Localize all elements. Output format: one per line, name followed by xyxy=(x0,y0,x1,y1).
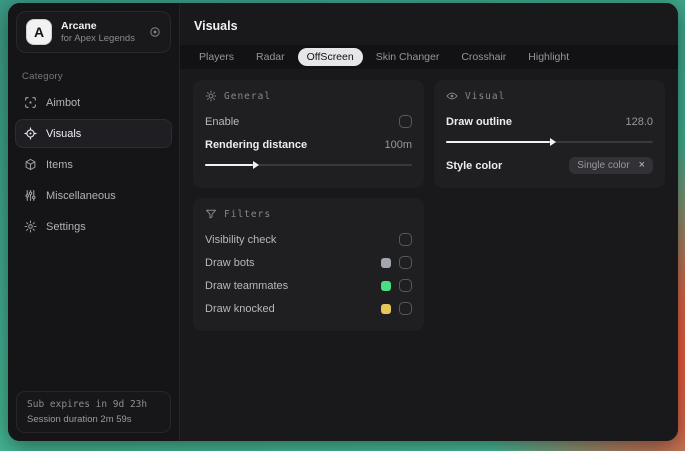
rendering-distance-label: Rendering distance xyxy=(205,138,308,151)
visibility-check-row: Visibility check xyxy=(205,229,412,250)
sidebar-item-label: Items xyxy=(46,158,73,171)
tab-players[interactable]: Players xyxy=(190,48,243,66)
subscription-card: Sub expires in 9d 23h Session duration 2… xyxy=(16,391,171,433)
draw-teammates-color-swatch[interactable] xyxy=(381,280,391,291)
panel-title: General xyxy=(224,90,272,102)
brand-card: A Arcane for Apex Legends xyxy=(16,11,171,53)
tab-offscreen[interactable]: OffScreen xyxy=(297,48,363,66)
tab-bar: Players Radar OffScreen Skin Changer Cro… xyxy=(180,45,678,69)
clear-icon[interactable]: × xyxy=(639,160,645,171)
panel-title: Filters xyxy=(224,208,272,220)
sidebar: A Arcane for Apex Legends Category Aimbo… xyxy=(8,3,180,441)
sidebar-item-label: Settings xyxy=(46,220,86,233)
sidebar-item-items[interactable]: Items xyxy=(15,150,172,179)
draw-knocked-label: Draw knocked xyxy=(205,302,275,315)
draw-outline-label: Draw outline xyxy=(446,115,513,128)
tab-radar[interactable]: Radar xyxy=(247,48,294,66)
draw-bots-checkbox[interactable] xyxy=(399,256,412,269)
sidebar-item-miscellaneous[interactable]: Miscellaneous xyxy=(15,181,172,210)
crosshair-eye-icon xyxy=(24,127,37,140)
rendering-distance-row: Rendering distance 100m xyxy=(205,134,412,155)
sidebar-item-label: Miscellaneous xyxy=(46,189,116,202)
style-color-row: Style color Single color × xyxy=(446,155,653,176)
sidebar-item-aimbot[interactable]: Aimbot xyxy=(15,88,172,117)
style-color-label: Style color xyxy=(446,159,503,172)
enable-row: Enable xyxy=(205,111,412,132)
session-duration-text: Session duration 2m 59s xyxy=(27,414,132,425)
sidebar-item-settings[interactable]: Settings xyxy=(15,212,172,241)
draw-knocked-row: Draw knocked xyxy=(205,298,412,319)
sub-expires-text: Sub expires in 9d 23h xyxy=(27,399,148,410)
style-color-select[interactable]: Single color × xyxy=(569,157,653,174)
draw-bots-label: Draw bots xyxy=(205,256,255,269)
panel-title: Visual xyxy=(465,90,506,102)
draw-knocked-checkbox[interactable] xyxy=(399,302,412,315)
style-color-value: Single color xyxy=(577,160,630,171)
brand-subtitle: for Apex Legends xyxy=(61,32,135,44)
visibility-check-checkbox[interactable] xyxy=(399,233,412,246)
sliders-icon xyxy=(24,189,37,202)
draw-teammates-label: Draw teammates xyxy=(205,279,289,292)
draw-teammates-checkbox[interactable] xyxy=(399,279,412,292)
rendering-distance-value: 100m xyxy=(384,138,412,151)
main-area: Visuals Players Radar OffScreen Skin Cha… xyxy=(180,3,678,441)
category-label: Category xyxy=(22,71,63,82)
brand-logo: A xyxy=(26,19,52,45)
visual-panel: Visual Draw outline 128.0 Style color Si… xyxy=(434,80,665,188)
tab-highlight[interactable]: Highlight xyxy=(519,48,578,66)
gear-icon xyxy=(24,220,37,233)
sidebar-item-label: Aimbot xyxy=(46,96,81,109)
rendering-distance-slider[interactable] xyxy=(205,159,412,171)
draw-knocked-color-swatch[interactable] xyxy=(381,303,391,314)
slider-fill xyxy=(446,138,555,146)
cube-icon xyxy=(24,158,37,171)
sidebar-item-visuals[interactable]: Visuals xyxy=(15,119,172,148)
brand-name: Arcane xyxy=(61,19,97,32)
tab-crosshair[interactable]: Crosshair xyxy=(452,48,515,66)
scan-target-icon xyxy=(24,96,37,109)
slider-fill xyxy=(205,161,259,169)
app-window: A Arcane for Apex Legends Category Aimbo… xyxy=(8,3,678,441)
page-title: Visuals xyxy=(194,19,238,33)
sidebar-nav: Aimbot Visuals Items Miscellaneous Setti… xyxy=(8,88,179,241)
sun-icon xyxy=(205,90,217,102)
funnel-icon xyxy=(205,208,217,220)
general-panel: General Enable Rendering distance 100m xyxy=(193,80,424,188)
draw-bots-row: Draw bots xyxy=(205,252,412,273)
tab-skin-changer[interactable]: Skin Changer xyxy=(367,48,449,66)
filters-panel: Filters Visibility check Draw bots Draw … xyxy=(193,198,424,331)
enable-checkbox[interactable] xyxy=(399,115,412,128)
visibility-check-label: Visibility check xyxy=(205,233,277,246)
draw-bots-color-swatch[interactable] xyxy=(381,257,391,268)
content: General Enable Rendering distance 100m V… xyxy=(180,69,678,342)
brand-text: Arcane for Apex Legends xyxy=(61,20,140,45)
draw-teammates-row: Draw teammates xyxy=(205,275,412,296)
eye-icon xyxy=(446,90,458,102)
enable-label: Enable xyxy=(205,115,240,128)
target-badge-icon[interactable] xyxy=(149,26,161,38)
sidebar-item-label: Visuals xyxy=(46,127,82,140)
draw-outline-slider[interactable] xyxy=(446,136,653,148)
draw-outline-value: 128.0 xyxy=(625,115,653,128)
draw-outline-row: Draw outline 128.0 xyxy=(446,111,653,132)
